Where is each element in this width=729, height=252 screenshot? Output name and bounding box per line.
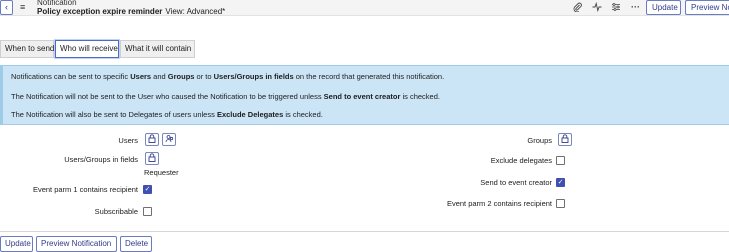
more-options-icon[interactable]: ··· bbox=[631, 2, 640, 12]
lock-icon bbox=[561, 134, 569, 145]
groups-lock-button[interactable] bbox=[558, 133, 572, 146]
lock-icon bbox=[148, 153, 156, 164]
users-groups-fields-lock-button[interactable] bbox=[145, 152, 159, 165]
chevron-left-icon: ‹ bbox=[5, 2, 8, 12]
back-button[interactable]: ‹ bbox=[0, 0, 13, 15]
info-message-box: Notifications can be sent to specific Us… bbox=[0, 65, 729, 125]
users-group-icon bbox=[165, 135, 174, 145]
tab-what-it-will-contain[interactable]: What it will contain bbox=[120, 40, 195, 58]
preview-notification-button-top[interactable]: Preview No bbox=[685, 0, 729, 15]
info-line-1: Notifications can be sent to specific Us… bbox=[11, 72, 445, 81]
record-header: ‹ ≡ Notification Policy exception expire… bbox=[0, 0, 729, 16]
users-lock-button[interactable] bbox=[145, 133, 159, 146]
users-label: Users bbox=[118, 136, 138, 145]
delete-button[interactable]: Delete bbox=[120, 236, 152, 252]
send-to-event-creator-label: Send to event creator bbox=[480, 178, 552, 187]
footer-divider bbox=[0, 231, 729, 232]
event-parm-2-checkbox[interactable] bbox=[556, 199, 565, 208]
update-button[interactable]: Update bbox=[0, 236, 33, 252]
users-add-button[interactable] bbox=[162, 133, 176, 146]
subscribable-label: Subscribable bbox=[94, 207, 138, 216]
activity-pulse-icon[interactable] bbox=[592, 1, 602, 14]
paperclip-icon[interactable] bbox=[573, 2, 582, 14]
groups-label: Groups bbox=[527, 136, 552, 145]
info-line-3: The Notification will also be sent to De… bbox=[11, 110, 323, 119]
tab-who-will-receive[interactable]: Who will receive bbox=[55, 40, 119, 58]
view-label[interactable]: View: Advanced* bbox=[165, 7, 225, 16]
preview-notification-button[interactable]: Preview Notification bbox=[36, 236, 117, 252]
lock-icon bbox=[148, 134, 156, 145]
exclude-delegates-label: Exclude delegates bbox=[490, 156, 552, 165]
sliders-icon[interactable] bbox=[611, 2, 621, 14]
users-groups-fields-label: Users/Groups in fields bbox=[64, 155, 138, 164]
info-line-2: The Notification will not be sent to the… bbox=[11, 92, 440, 101]
record-name-label: Policy exception expire reminder View: Ad… bbox=[37, 7, 225, 16]
event-parm-1-checkbox[interactable]: ✓ bbox=[143, 185, 152, 194]
record-type-label: Notification bbox=[37, 0, 77, 7]
event-parm-2-label: Event parm 2 contains recipient bbox=[446, 199, 552, 208]
record-name: Policy exception expire reminder bbox=[37, 7, 163, 16]
event-parm-1-label: Event parm 1 contains recipient bbox=[32, 185, 138, 194]
users-groups-fields-value: Requester bbox=[144, 168, 179, 177]
hamburger-menu-icon[interactable]: ≡ bbox=[20, 2, 25, 12]
exclude-delegates-checkbox[interactable] bbox=[556, 156, 565, 165]
update-button-top[interactable]: Update bbox=[646, 0, 681, 15]
tab-when-to-send[interactable]: When to send bbox=[0, 40, 54, 58]
send-to-event-creator-checkbox[interactable]: ✓ bbox=[556, 178, 565, 187]
record-title-block: Notification Policy exception expire rem… bbox=[37, 0, 225, 16]
subscribable-checkbox[interactable] bbox=[143, 207, 152, 216]
